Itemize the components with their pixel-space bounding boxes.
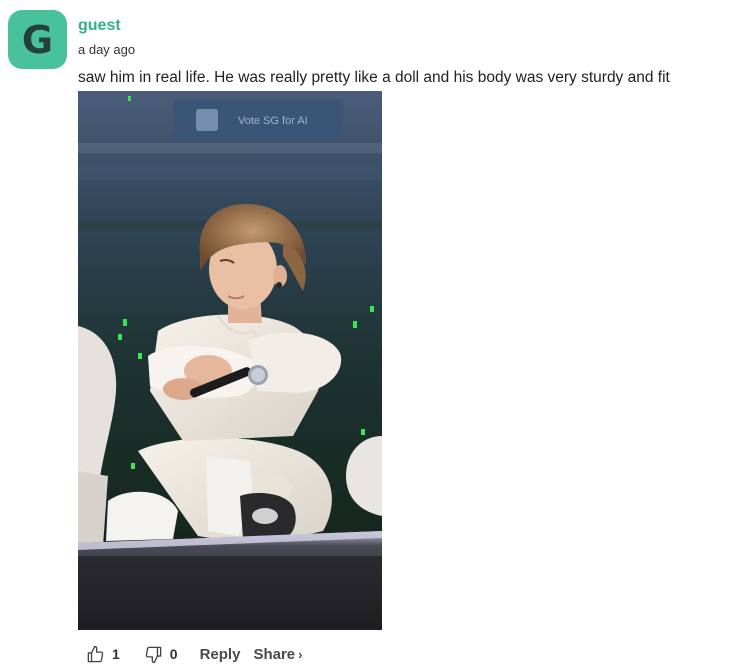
avatar[interactable]: G [8,10,67,69]
comment-actions: 1 0 Reply Share › [86,642,303,666]
banner-text: Vote SG for AI [238,115,308,127]
reply-label: Reply [199,645,241,663]
comment-text: saw him in real life. He was really pret… [78,69,670,86]
share-label: Share [253,645,296,663]
like-button[interactable]: 1 [86,645,120,664]
avatar-letter: G [21,17,54,62]
reply-button[interactable]: Reply [200,646,241,663]
dislike-button[interactable]: 0 [144,645,178,664]
username[interactable]: guest [78,16,121,36]
thumbs-down-icon [145,646,162,663]
like-count: 1 [112,646,120,662]
comment: G guest a day ago saw him in real life. … [0,0,745,670]
share-button[interactable]: Share › [253,646,302,663]
chevron-right-icon: › [298,646,303,662]
thumbs-up-icon [87,645,104,662]
dislike-count: 0 [169,646,178,662]
timestamp[interactable]: a day ago [78,41,135,59]
comment-image[interactable]: Vote SG for AI [78,91,382,630]
